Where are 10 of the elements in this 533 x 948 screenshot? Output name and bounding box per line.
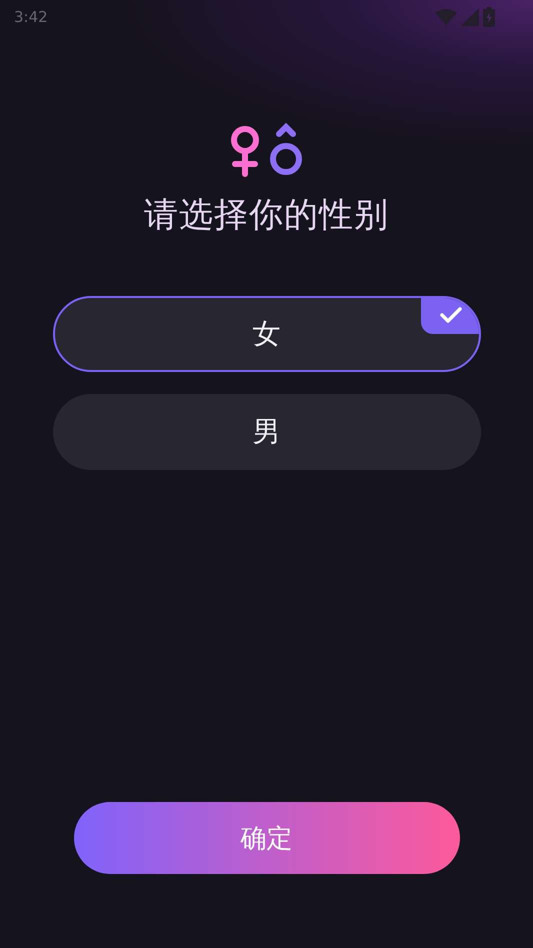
confirm-button[interactable]: 确定 [74,802,460,874]
gender-symbols-icon [228,122,304,178]
check-icon [420,298,478,334]
status-time: 3:42 [14,8,48,26]
wifi-icon [435,9,457,25]
page-title: 请选择你的性别 [144,194,389,237]
gender-option[interactable]: 女 [52,296,480,372]
gender-option[interactable]: 男 [52,394,480,470]
battery-icon [483,7,495,27]
signal-icon [461,8,479,26]
